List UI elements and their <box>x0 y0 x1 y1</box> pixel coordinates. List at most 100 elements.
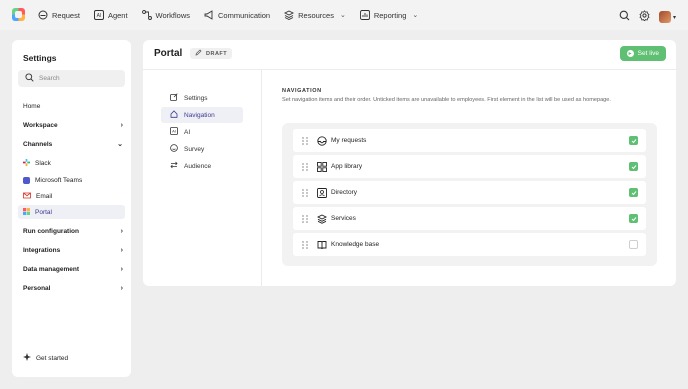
tab-settings[interactable]: Settings <box>161 90 243 106</box>
tab-label: Survey <box>184 145 205 153</box>
list-item[interactable]: My requests <box>293 129 646 152</box>
sidebar-item-label: Personal <box>23 284 51 292</box>
sidebar-item-label: Microsoft Teams <box>35 176 83 184</box>
drag-handle-icon[interactable] <box>302 162 308 171</box>
get-started-label: Get started <box>36 354 69 362</box>
search-input[interactable]: Search <box>18 70 125 87</box>
status-badge: DRAFT <box>190 48 233 59</box>
section-title: NAVIGATION <box>282 88 322 94</box>
sidebar-item-run-configuration[interactable]: Run configuration › <box>23 224 123 238</box>
drag-handle-icon[interactable] <box>302 240 308 249</box>
nav-communication-label: Communication <box>218 10 271 20</box>
svg-text:AI: AI <box>172 129 176 134</box>
slack-icon <box>23 158 30 168</box>
tab-label: AI <box>184 128 191 136</box>
sidebar-item-label: Integrations <box>23 246 61 254</box>
nav-resources[interactable]: Resources ⌄ <box>284 0 346 30</box>
request-icon <box>38 10 48 20</box>
nav-agent[interactable]: AI Agent <box>93 0 128 30</box>
chevron-down-icon: ⌄ <box>339 12 346 19</box>
checkbox[interactable] <box>629 162 638 171</box>
divider <box>261 70 262 286</box>
checkbox[interactable] <box>629 214 638 223</box>
sidebar-item-personal[interactable]: Personal › <box>23 281 123 295</box>
inbox-icon <box>317 135 327 146</box>
sidebar-item-channels[interactable]: Channels ⌄ <box>23 137 123 151</box>
nav-reporting[interactable]: Reporting ⌄ <box>359 0 419 30</box>
status-badge-label: DRAFT <box>206 50 228 57</box>
sidebar-item-integrations[interactable]: Integrations › <box>23 243 123 257</box>
checkbox[interactable] <box>629 188 638 197</box>
tab-label: Settings <box>184 94 208 102</box>
sidebar-item-workspace[interactable]: Workspace › <box>23 118 123 132</box>
smiley-icon <box>170 144 178 154</box>
nav-communication[interactable]: Communication <box>204 0 270 30</box>
main-nav: Request AI Agent Workflows Communication… <box>38 0 418 30</box>
user-menu[interactable]: ▾ <box>658 11 676 23</box>
contact-icon <box>317 187 327 198</box>
nav-request[interactable]: Request <box>38 0 80 30</box>
teams-icon <box>23 176 30 184</box>
sidebar-item-portal[interactable]: Portal <box>18 205 125 219</box>
pencil-icon <box>195 49 202 58</box>
tab-ai[interactable]: AI AI <box>161 124 243 140</box>
sidebar-item-label: Run configuration <box>23 227 79 235</box>
sidebar-item-label: Home <box>23 102 41 110</box>
settings-sidebar: Settings Search Home Workspace › Channels… <box>12 40 131 377</box>
caret-down-icon: ▾ <box>672 14 676 21</box>
avatar <box>658 11 671 23</box>
list-item[interactable]: Services <box>293 207 646 230</box>
sidebar-title: Settings <box>23 53 57 63</box>
tab-survey[interactable]: Survey <box>161 141 243 157</box>
nav-workflows-label: Workflows <box>155 10 190 20</box>
set-live-button[interactable]: ▸ Set live <box>619 46 666 61</box>
app-logo[interactable] <box>12 8 25 21</box>
checkbox[interactable] <box>629 240 638 249</box>
megaphone-icon <box>204 10 214 20</box>
book-icon <box>317 240 327 250</box>
gear-icon[interactable] <box>639 8 650 26</box>
grid-icon <box>317 161 327 172</box>
page-title: Portal <box>154 48 183 59</box>
sidebar-item-label: Email <box>36 192 53 200</box>
checkbox[interactable] <box>629 136 638 145</box>
chevron-right-icon: › <box>120 284 123 292</box>
top-right-actions: ▾ <box>619 8 676 26</box>
tab-navigation[interactable]: Navigation <box>161 107 243 123</box>
list-item-label: Directory <box>331 189 358 196</box>
sidebar-item-microsoft-teams[interactable]: Microsoft Teams <box>18 173 125 187</box>
list-item-label: Services <box>331 215 356 222</box>
sidebar-item-label: Data management <box>23 265 79 273</box>
main-panel: Portal DRAFT ▸ Set live Settings Navigat… <box>143 40 676 286</box>
nav-resources-label: Resources <box>298 10 334 20</box>
sidebar-item-label: Slack <box>35 159 51 167</box>
layers-icon <box>284 10 295 20</box>
sidebar-item-label: Workspace <box>23 121 58 129</box>
main-header: Portal DRAFT ▸ Set live <box>143 40 676 70</box>
list-item[interactable]: Directory <box>293 181 646 204</box>
search-icon[interactable] <box>619 8 630 26</box>
get-started-link[interactable]: Get started <box>23 353 68 363</box>
list-item[interactable]: Knowledge base <box>293 233 646 256</box>
sidebar-item-data-management[interactable]: Data management › <box>23 262 123 276</box>
sparkle-icon <box>23 353 31 363</box>
tab-audience[interactable]: Audience <box>161 158 243 174</box>
sidebar-item-slack[interactable]: Slack <box>18 156 125 170</box>
nav-workflows[interactable]: Workflows <box>141 0 190 30</box>
chevron-right-icon: › <box>120 246 123 254</box>
workflow-icon <box>141 10 152 20</box>
drag-handle-icon[interactable] <box>302 136 308 145</box>
tab-label: Navigation <box>184 111 215 119</box>
ai-icon: AI <box>170 127 178 137</box>
edit-icon <box>170 93 178 103</box>
search-icon <box>25 73 34 84</box>
chevron-down-icon: ⌄ <box>412 12 419 19</box>
drag-handle-icon[interactable] <box>302 214 308 223</box>
tab-label: Audience <box>184 162 212 170</box>
portal-subnav: Settings Navigation AI AI Survey Audienc… <box>161 90 243 175</box>
sidebar-item-home[interactable]: Home <box>23 99 123 113</box>
chevron-down-icon: ⌄ <box>117 141 123 148</box>
drag-handle-icon[interactable] <box>302 188 308 197</box>
list-item[interactable]: App library <box>293 155 646 178</box>
sidebar-item-email[interactable]: Email <box>18 189 125 203</box>
